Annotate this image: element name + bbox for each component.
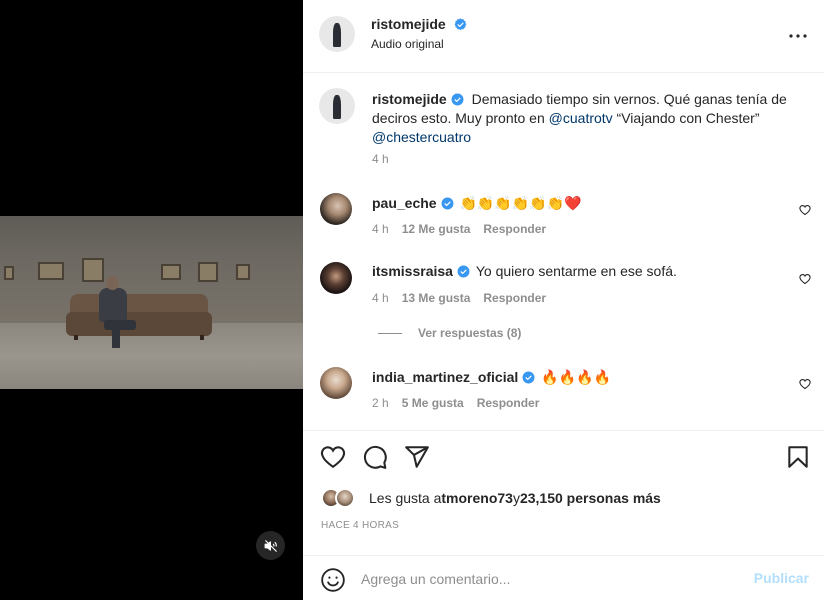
caption-text-mid: “Viajando con Chester” [612,110,760,126]
more-options-icon [789,34,807,38]
reply-button[interactable]: Responder [483,222,546,236]
verified-badge-icon [454,18,467,31]
painting [198,262,218,282]
comment-meta: 4 h 12 Me gusta Responder [372,222,559,236]
view-replies-label: Ver respuestas (8) [418,326,522,340]
painting [82,258,104,282]
likes-prefix: Les gusta a [369,490,442,506]
comment-meta: 4 h 13 Me gusta Responder [372,291,559,305]
comment-icon[interactable] [362,444,388,470]
verified-badge-icon [441,197,454,210]
audio-label[interactable]: Audio original [371,37,444,51]
post-header: ristomejide Audio original [303,0,824,73]
author-username[interactable]: ristomejide [371,16,446,32]
video-player[interactable] [0,216,303,389]
mention-link[interactable]: @cuatrotv [549,110,613,126]
person-shin [112,326,120,348]
comment-username[interactable]: pau_eche [372,195,437,211]
view-replies-button[interactable]: Ver respuestas (8) [378,326,521,340]
person-head [106,276,119,290]
heart-icon[interactable] [799,273,811,285]
comment-text: Yo quiero sentarme en ese sofá. [475,263,677,279]
heart-icon[interactable] [799,204,811,216]
mention-link[interactable]: @chestercuatro [372,129,471,145]
comment: itsmissraisa Yo quiero sentarme en ese s… [372,262,677,281]
comment-time[interactable]: 4 h [372,222,389,236]
post-media[interactable] [0,0,303,600]
comment: india_martinez_oficial 🔥🔥🔥🔥 [372,368,611,387]
painting [236,264,250,280]
post-timestamp[interactable]: HACE 4 HORAS [321,520,399,531]
comment-text: 👏👏👏👏👏👏❤️ [459,195,582,211]
comment-time[interactable]: 2 h [372,396,389,410]
likes-summary[interactable]: Les gusta a tmoreno73 y 23,150 personas … [321,488,661,508]
painting [4,266,14,280]
action-bar [303,430,824,475]
likes-user[interactable]: tmoreno73 [441,490,513,506]
caption: ristomejide Demasiado tiempo sin vernos.… [372,90,812,147]
sofa-leg [200,335,204,340]
post-comment-button[interactable]: Publicar [754,570,809,586]
share-icon[interactable] [404,444,430,470]
seated-person [99,288,127,322]
author-avatar[interactable] [319,16,355,52]
heart-icon[interactable] [799,378,811,390]
emoji-icon[interactable] [320,567,346,593]
comment-time[interactable]: 4 h [372,291,389,305]
painting [161,264,181,280]
comment-text: 🔥🔥🔥🔥 [541,369,611,385]
reply-button[interactable]: Responder [483,291,546,305]
bookmark-icon[interactable] [785,444,811,470]
commenter-avatar[interactable] [320,193,352,225]
comment-input[interactable] [361,568,721,590]
verified-badge-icon [522,371,535,384]
more-options-button[interactable] [786,24,810,48]
painting [38,262,64,280]
commenter-avatar[interactable] [320,262,352,294]
comment: pau_eche 👏👏👏👏👏👏❤️ [372,194,582,213]
likes-joiner: y [512,490,520,506]
caption-time[interactable]: 4 h [372,152,389,166]
person-legs [104,320,136,330]
reply-button[interactable]: Responder [477,396,540,410]
commenter-avatar[interactable] [320,367,352,399]
caption-username[interactable]: ristomejide [372,91,447,107]
comment-bar: Publicar [303,555,824,600]
comment-likes[interactable]: 13 Me gusta [402,291,471,305]
mute-icon [264,539,277,552]
replies-divider [378,332,402,334]
sofa-leg [74,335,78,340]
comment-likes[interactable]: 12 Me gusta [402,222,471,236]
likes-others[interactable]: 23,150 personas más [520,490,661,506]
post-panel: ristomejide Audio original ristomejide D… [303,0,824,600]
comment-meta: 2 h 5 Me gusta Responder [372,396,552,410]
mute-button[interactable] [256,531,285,560]
comment-likes[interactable]: 5 Me gusta [402,396,464,410]
caption-avatar[interactable] [319,88,355,124]
likers-avatars [321,488,361,508]
comment-username[interactable]: india_martinez_oficial [372,369,518,385]
verified-badge-icon [457,265,470,278]
heart-icon[interactable] [320,444,346,470]
verified-badge-icon [451,93,464,106]
avatar [335,488,355,508]
comment-username[interactable]: itsmissraisa [372,263,453,279]
sofa-seat [66,312,212,336]
